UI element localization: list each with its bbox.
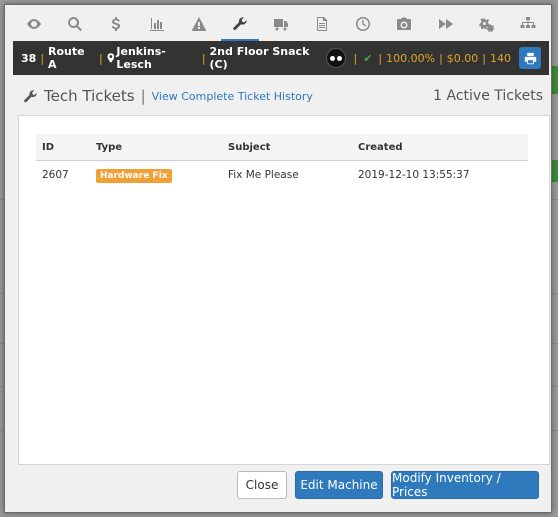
separator: | — [40, 51, 45, 65]
sitemap-icon[interactable] — [511, 9, 545, 39]
truck-icon[interactable] — [264, 9, 298, 39]
location-name: Jenkins-Lesch — [116, 45, 166, 71]
column-header-subject[interactable]: Subject — [222, 134, 352, 161]
column-header-created[interactable]: Created — [352, 134, 528, 161]
printer-icon — [524, 52, 536, 64]
separator: | — [353, 51, 358, 65]
bar-chart-icon[interactable] — [140, 9, 174, 39]
ticket-subject[interactable]: Fix Me Please — [222, 161, 352, 190]
edit-machine-button[interactable]: Edit Machine — [295, 471, 383, 499]
section-heading: Tech Tickets | View Complete Ticket Hist… — [23, 85, 543, 107]
document-icon[interactable] — [305, 9, 339, 39]
close-button[interactable]: Close — [237, 471, 287, 499]
modal-footer: Close Edit Machine Modify Inventory / Pr… — [4, 460, 552, 513]
machine-name: 2nd Floor Snack (C) — [209, 45, 310, 71]
route-name: Route A — [48, 45, 85, 71]
dollar-icon[interactable] — [99, 9, 133, 39]
check-icon: ✔ — [363, 51, 373, 65]
tickets-panel: ID Type Subject Created 2607 Hardware Fi… — [18, 115, 550, 465]
machine-modal: 38 | Route A | Jenkins-Lesch | 2nd Floor… — [4, 4, 552, 513]
ticket-type-badge: Hardware Fix — [96, 169, 172, 183]
wrench-icon[interactable] — [220, 9, 259, 42]
print-button[interactable] — [519, 47, 542, 69]
separator: | — [439, 51, 443, 65]
column-header-id[interactable]: ID — [36, 134, 90, 161]
modify-inventory-button[interactable]: Modify Inventory / Prices — [391, 471, 539, 499]
machine-stats: | ✔ | 100.00% | $0.00 | 140 — [326, 47, 542, 69]
separator: | — [99, 51, 103, 65]
separator: | — [378, 51, 383, 65]
ticket-id: 2607 — [42, 169, 69, 181]
column-header-type[interactable]: Type — [90, 134, 222, 161]
camera-icon[interactable] — [387, 9, 421, 39]
table-header-row: ID Type Subject Created — [36, 134, 528, 161]
table-row[interactable]: 2607 Hardware Fix Fix Me Please 2019-12-… — [36, 161, 528, 190]
map-pin-icon — [107, 53, 114, 63]
cash-amount: $0.00 — [446, 51, 479, 65]
fast-forward-icon[interactable] — [429, 9, 463, 39]
active-ticket-count: 1 Active Tickets — [433, 88, 543, 104]
ticket-history-link[interactable]: View Complete Ticket History — [152, 90, 313, 103]
search-icon[interactable] — [58, 9, 92, 39]
item-count: 140 — [490, 51, 512, 65]
tickets-table: ID Type Subject Created 2607 Hardware Fi… — [36, 134, 528, 189]
ticket-created: 2019-12-10 13:55:37 — [358, 169, 470, 181]
title-divider: | — [140, 87, 146, 105]
separator: | — [482, 51, 487, 65]
machine-info-bar: 38 | Route A | Jenkins-Lesch | 2nd Floor… — [13, 41, 549, 75]
page-title: Tech Tickets — [44, 87, 135, 105]
tab-bar — [13, 7, 549, 42]
wrench-icon — [24, 89, 37, 102]
fill-percent: 100.00% — [386, 51, 436, 65]
gears-icon[interactable] — [470, 9, 504, 39]
eye-icon[interactable] — [17, 9, 51, 39]
owl-icon — [326, 48, 347, 68]
ticket-type-cell: Hardware Fix — [90, 161, 222, 190]
separator: | — [201, 51, 206, 65]
warning-icon[interactable] — [182, 9, 216, 39]
machine-id: 38 — [21, 51, 37, 65]
clock-icon[interactable] — [346, 9, 380, 39]
